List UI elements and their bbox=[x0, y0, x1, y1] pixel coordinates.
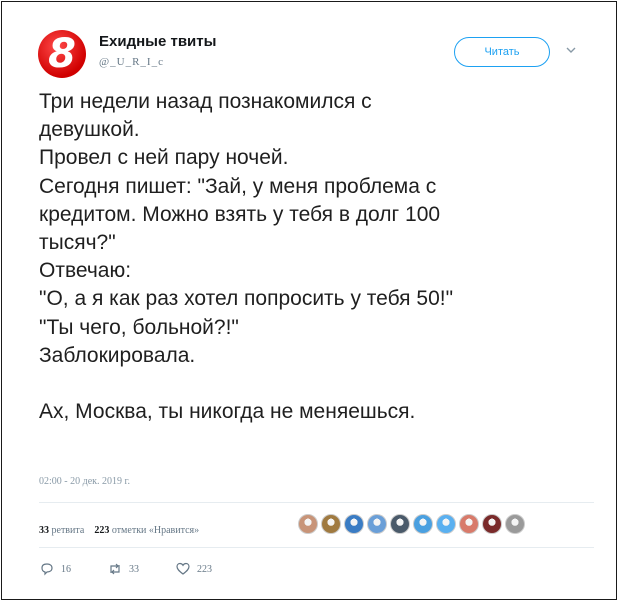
avatar-logo: 8 bbox=[48, 31, 76, 77]
tweet-line: Провел с ней пару ночей. bbox=[39, 146, 289, 170]
liker-avatar[interactable] bbox=[459, 514, 479, 534]
tweet-line: Заблокировала. bbox=[39, 343, 196, 367]
tweet-line: кредитом. Можно взять у тебя в долг 100 bbox=[39, 202, 441, 226]
liker-avatar[interactable] bbox=[367, 514, 387, 534]
tweet-line: Отвечаю: bbox=[39, 259, 132, 283]
divider bbox=[39, 502, 594, 503]
tweet-line: "Ты чего, больной?!" bbox=[39, 315, 239, 339]
likes-count[interactable]: 223 bbox=[94, 525, 109, 536]
tweet-line: тысяч?" bbox=[39, 231, 116, 255]
tweet-stats: 33 ретвита 223 отметки «Нравится» bbox=[39, 525, 199, 536]
retweet-icon bbox=[110, 563, 120, 575]
chevron-down-icon[interactable] bbox=[565, 44, 577, 56]
tweet-card: 8 Ехидные твиты @_U_R_I_c Читать Три нед… bbox=[1, 1, 617, 600]
reply-count: 16 bbox=[61, 563, 71, 575]
follow-button[interactable]: Читать bbox=[454, 37, 550, 67]
liker-avatar[interactable] bbox=[344, 514, 364, 534]
liker-avatar[interactable] bbox=[298, 514, 318, 534]
liker-avatar[interactable] bbox=[482, 514, 502, 534]
divider bbox=[39, 547, 594, 548]
reply-icon bbox=[41, 563, 53, 576]
tweet-line: Ах, Москва, ты никогда не меняешься. bbox=[39, 400, 416, 424]
liker-avatars bbox=[298, 514, 525, 534]
like-button[interactable]: 223 bbox=[175, 561, 212, 577]
account-handle[interactable]: @_U_R_I_c bbox=[99, 56, 164, 68]
tweet-timestamp[interactable]: 02:00 - 20 дек. 2019 г. bbox=[39, 476, 130, 487]
liker-avatar[interactable] bbox=[505, 514, 525, 534]
retweet-count: 33 bbox=[129, 563, 139, 575]
liker-avatar[interactable] bbox=[436, 514, 456, 534]
like-count: 223 bbox=[197, 563, 212, 575]
retweet-button[interactable]: 33 bbox=[107, 561, 139, 577]
likes-label[interactable]: отметки «Нравится» bbox=[112, 525, 199, 536]
reply-button[interactable]: 16 bbox=[39, 561, 71, 577]
tweet-actions: 16 33 223 bbox=[39, 561, 248, 577]
tweet-text: Три недели назад познакомился с девушкой.… bbox=[39, 88, 599, 426]
liker-avatar[interactable] bbox=[321, 514, 341, 534]
liker-avatar[interactable] bbox=[413, 514, 433, 534]
tweet-line: девушкой. bbox=[39, 118, 140, 142]
account-name[interactable]: Ехидные твиты bbox=[99, 33, 216, 50]
tweet-line: "О, а я как раз хотел попросить у тебя 5… bbox=[39, 287, 454, 311]
retweets-count[interactable]: 33 bbox=[39, 525, 49, 536]
liker-avatar[interactable] bbox=[390, 514, 410, 534]
tweet-line: Сегодня пишет: "Зай, у меня проблема с bbox=[39, 174, 437, 198]
retweets-label[interactable]: ретвита bbox=[52, 525, 85, 536]
avatar[interactable]: 8 bbox=[38, 30, 86, 78]
tweet-line: Три недели назад познакомился с bbox=[39, 90, 372, 113]
heart-icon bbox=[176, 562, 190, 575]
tweet-line bbox=[39, 370, 599, 398]
